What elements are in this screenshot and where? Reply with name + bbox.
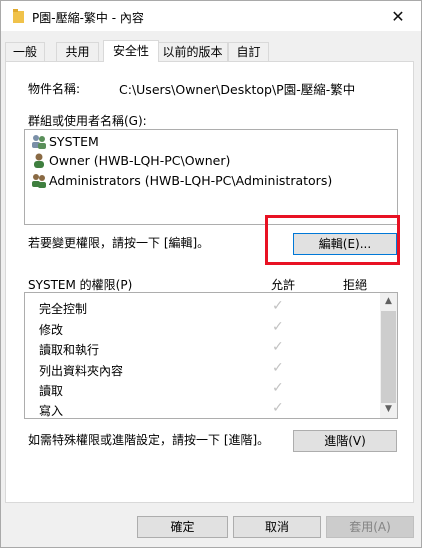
- scrollbar[interactable]: ▲ ▼: [380, 293, 397, 418]
- permission-name: 修改: [39, 323, 64, 337]
- allow-header: 允許: [271, 278, 296, 292]
- allow-check-icon: ✓: [272, 400, 284, 416]
- user-list[interactable]: SYSTEM Owner (HWB-LQH-PC\Owner) Administ…: [24, 129, 398, 225]
- title-bar[interactable]: P園-壓縮-繁中 - 內容 ✕: [1, 1, 421, 31]
- tab-strip: 一般 共用 安全性 以前的版本 自訂: [5, 40, 417, 62]
- tab-general[interactable]: 一般: [5, 42, 45, 61]
- user-group-icon: [32, 135, 46, 149]
- list-item: 完全控制 ✓: [25, 298, 381, 318]
- permission-name: 讀取: [39, 384, 64, 398]
- permission-name: 列出資料夾內容: [39, 364, 124, 378]
- list-item: 列出資料夾內容 ✓: [25, 360, 381, 380]
- permission-name: 讀取和執行: [39, 343, 100, 357]
- tab-sharing[interactable]: 共用: [56, 42, 99, 61]
- permissions-list[interactable]: 完全控制 ✓ 修改 ✓ 讀取和執行 ✓ 列出資料夾內容 ✓ 讀取 ✓ 寫入 ✓ …: [24, 292, 398, 419]
- list-item: 寫入 ✓: [25, 400, 381, 418]
- groups-label: 群組或使用者名稱(G):: [28, 114, 147, 128]
- advanced-button[interactable]: 進階(V): [293, 430, 397, 452]
- scroll-thumb[interactable]: [381, 311, 396, 403]
- user-group-icon: [32, 174, 46, 188]
- user-name: SYSTEM: [49, 133, 99, 149]
- properties-window: P園-壓縮-繁中 - 內容 ✕ 一般 共用 安全性 以前的版本 自訂 物件名稱:…: [0, 0, 422, 548]
- tab-customize[interactable]: 自訂: [228, 42, 269, 61]
- window-title: P園-壓縮-繁中 - 內容: [32, 11, 144, 25]
- folder-icon: [13, 9, 24, 23]
- list-item[interactable]: Owner (HWB-LQH-PC\Owner): [31, 151, 230, 169]
- list-item[interactable]: Administrators (HWB-LQH-PC\Administrator…: [31, 171, 332, 189]
- advanced-hint: 如需特殊權限或進階設定，請按一下 [進階]。: [28, 433, 270, 447]
- allow-check-icon: ✓: [272, 319, 284, 335]
- ok-button[interactable]: 確定: [137, 516, 228, 538]
- allow-check-icon: ✓: [272, 298, 284, 314]
- scroll-down-icon[interactable]: ▼: [380, 401, 397, 418]
- user-icon: [34, 153, 44, 168]
- deny-header: 拒絕: [343, 278, 368, 292]
- permissions-label: SYSTEM 的權限(P): [28, 278, 133, 292]
- user-name: Owner (HWB-LQH-PC\Owner): [49, 152, 231, 168]
- dialog-footer: 確定 取消 套用(A): [1, 503, 421, 547]
- cancel-button[interactable]: 取消: [233, 516, 321, 538]
- allow-check-icon: ✓: [272, 339, 284, 355]
- object-name-value: C:\Users\Owner\Desktop\P園-壓縮-繁中: [119, 82, 356, 97]
- user-name: Administrators (HWB-LQH-PC\Administrator…: [49, 172, 333, 188]
- permission-name: 完全控制: [39, 302, 88, 316]
- apply-button[interactable]: 套用(A): [326, 516, 414, 538]
- tab-previous-versions[interactable]: 以前的版本: [157, 42, 228, 61]
- tab-security[interactable]: 安全性: [103, 40, 159, 62]
- allow-check-icon: ✓: [272, 380, 284, 396]
- list-item: 修改 ✓: [25, 319, 381, 339]
- scroll-up-icon[interactable]: ▲: [380, 293, 397, 310]
- list-item: 讀取和執行 ✓: [25, 339, 381, 359]
- allow-check-icon: ✓: [272, 360, 284, 376]
- highlight-box: [265, 215, 400, 265]
- change-permissions-hint: 若要變更權限，請按一下 [編輯]。: [28, 236, 210, 250]
- permission-name: 寫入: [39, 404, 64, 418]
- close-button[interactable]: ✕: [375, 1, 421, 31]
- close-icon: ✕: [391, 6, 405, 26]
- object-name-label: 物件名稱:: [28, 82, 81, 96]
- list-item[interactable]: SYSTEM: [31, 132, 99, 150]
- list-item: 讀取 ✓: [25, 380, 381, 400]
